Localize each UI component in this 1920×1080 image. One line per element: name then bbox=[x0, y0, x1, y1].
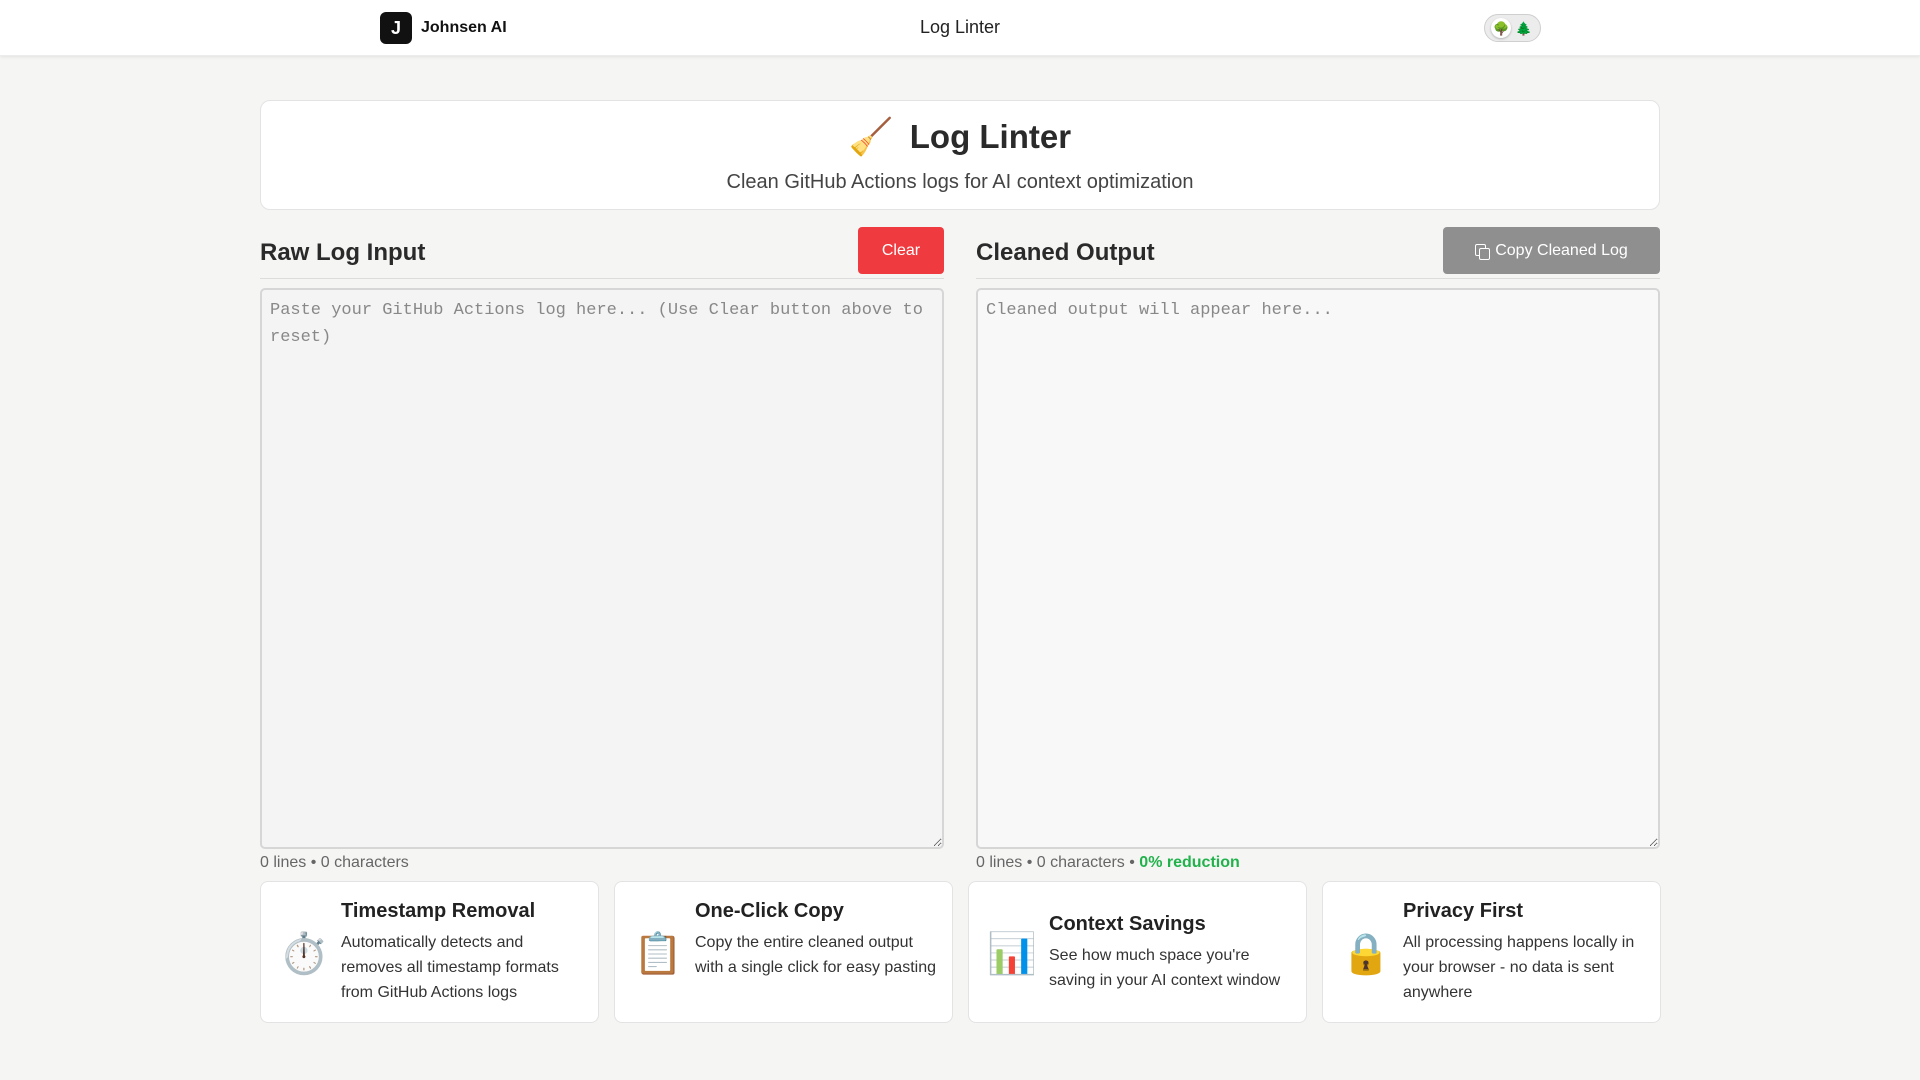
raw-line-count: 0 lines bbox=[260, 854, 307, 871]
copy-icon bbox=[1475, 243, 1491, 260]
nav-page-title: Log Linter bbox=[919, 17, 1001, 37]
stopwatch-icon: ⏱️ bbox=[279, 932, 329, 976]
brand-name: Johnsen AI bbox=[421, 19, 507, 36]
feature-title: Privacy First bbox=[1403, 900, 1524, 922]
feature-card-privacy-first: 🔒 Privacy First All processing happens l… bbox=[1322, 881, 1661, 1023]
hero-card: 🧹 Log Linter Clean GitHub Actions logs f… bbox=[260, 100, 1660, 210]
theme-toggle[interactable]: 🌳 🌲 bbox=[1484, 14, 1541, 42]
deciduous-tree-icon: 🌳 bbox=[1491, 18, 1512, 38]
raw-log-title: Raw Log Input bbox=[260, 238, 426, 266]
bar-chart-icon: 📊 bbox=[987, 932, 1037, 976]
raw-log-stats: 0 lines • 0 characters bbox=[260, 854, 944, 872]
cleaned-output-area[interactable] bbox=[976, 288, 1660, 849]
cleaned-output-header: Cleaned Output Copy Cleaned Log bbox=[976, 227, 1660, 279]
feature-card-timestamp-removal: ⏱️ Timestamp Removal Automatically detec… bbox=[260, 881, 599, 1023]
reduction-percentage: 0% reduction bbox=[1139, 854, 1240, 871]
cleaned-output-stats: 0 lines • 0 characters • 0% reduction bbox=[976, 854, 1660, 872]
cleaned-output-title: Cleaned Output bbox=[976, 238, 1155, 266]
stats-separator: • bbox=[310, 854, 321, 871]
raw-log-panel: Raw Log Input Clear 0 lines • 0 characte… bbox=[260, 227, 944, 872]
feature-description: Automatically detects and removes all ti… bbox=[341, 934, 559, 1001]
feature-title: Context Savings bbox=[1049, 913, 1206, 935]
feature-description: Copy the entire cleaned output with a si… bbox=[695, 934, 936, 976]
clear-button[interactable]: Clear bbox=[858, 227, 944, 274]
feature-title: One-Click Copy bbox=[695, 900, 844, 922]
stats-separator: • bbox=[1129, 854, 1140, 871]
hero-heading: 🧹 Log Linter bbox=[261, 115, 1659, 159]
lock-icon: 🔒 bbox=[1341, 932, 1391, 976]
stats-separator: • bbox=[1026, 854, 1037, 871]
feature-card-one-click-copy: 📋 One-Click Copy Copy the entire cleaned… bbox=[614, 881, 953, 1023]
copy-cleaned-log-button[interactable]: Copy Cleaned Log bbox=[1443, 227, 1660, 274]
raw-log-input[interactable] bbox=[260, 288, 944, 849]
raw-log-header: Raw Log Input Clear bbox=[260, 227, 944, 279]
cleaned-output-panel: Cleaned Output Copy Cleaned Log 0 lines … bbox=[976, 227, 1660, 872]
copy-button-label: Copy Cleaned Log bbox=[1495, 241, 1628, 259]
top-nav: J Johnsen AI Log Linter 🌳 🌲 bbox=[0, 0, 1920, 56]
clipboard-icon: 📋 bbox=[633, 932, 683, 976]
page-title: Log Linter bbox=[909, 118, 1072, 155]
feature-card-context-savings: 📊 Context Savings See how much space you… bbox=[968, 881, 1307, 1023]
cleaned-line-count: 0 lines bbox=[976, 854, 1023, 871]
feature-description: All processing happens locally in your b… bbox=[1403, 934, 1635, 1001]
feature-title: Timestamp Removal bbox=[341, 900, 536, 922]
page-subtitle: Clean GitHub Actions logs for AI context… bbox=[726, 171, 1194, 193]
brand-link[interactable]: J Johnsen AI bbox=[380, 12, 507, 44]
brand-logo-icon: J bbox=[380, 12, 412, 44]
feature-description: See how much space you're saving in your… bbox=[1049, 947, 1281, 989]
broom-icon: 🧹 bbox=[848, 116, 894, 157]
evergreen-tree-icon: 🌲 bbox=[1515, 20, 1532, 36]
raw-char-count: 0 characters bbox=[320, 854, 409, 871]
cleaned-char-count: 0 characters bbox=[1036, 854, 1125, 871]
